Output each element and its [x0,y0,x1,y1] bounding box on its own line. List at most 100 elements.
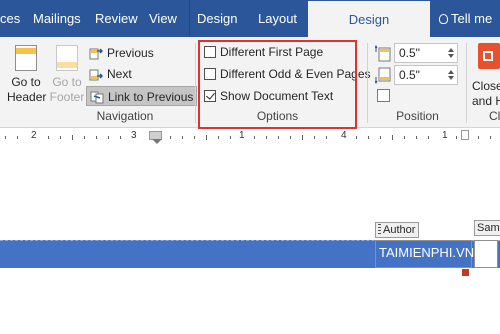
ruler-tick [416,136,417,139]
ruler-tick [108,136,109,139]
close-header-footer-button[interactable]: Close and H [472,79,500,109]
options-highlight-box [198,40,357,129]
tab-references[interactable]: ces [0,0,20,37]
spin-down-icon[interactable] [448,54,454,58]
tab-view[interactable]: View [149,0,177,37]
close-header-footer-icon[interactable] [478,43,500,69]
tab-table-design[interactable]: Design [188,0,237,37]
go-to-header-icon [15,45,37,71]
header-from-top-spinner[interactable]: 0.5" [394,43,458,63]
ruler-tick [490,136,491,139]
ruler-tick [290,136,291,139]
ruler-tick [194,136,195,139]
horizontal-ruler: 2 3 1 4 1 [0,129,500,146]
link-to-previous-button[interactable]: Link to Previous [86,86,198,106]
close-label-line1: Close [472,79,500,93]
ruler-tick [314,136,315,139]
ruler-tick [5,136,6,139]
document-page: Author Sam TAIMIENPHI.VN [0,146,500,334]
next-button[interactable]: Next [89,64,132,84]
navigation-group-label: Navigation [96,109,154,123]
ruler-tick [302,135,303,140]
link-icon [90,91,104,104]
go-to-footer-line1: Go to [52,75,82,89]
next-label: Next [107,67,132,81]
go-to-footer-button[interactable]: Go to Footer [49,45,85,105]
go-to-header-line2: Header [7,90,47,104]
author-content-control-tag[interactable]: Author [375,222,420,238]
sam-tag-label: Sam [477,222,500,234]
ruler-tick [17,136,18,139]
ruler-tick [368,136,369,139]
selection-marker [462,269,469,276]
tell-me-search[interactable]: Tell me [439,0,492,37]
ruler-tick [60,136,61,139]
ruler-tick [96,136,97,139]
ruler-tick [404,136,405,139]
ruler-tick [266,136,267,139]
drag-handle-icon[interactable] [378,224,381,234]
spin-up-icon[interactable] [448,70,454,74]
insert-alignment-tab-icon[interactable] [377,89,390,102]
ruler-number: 1 [239,130,245,141]
ruler-tick [278,136,279,139]
right-indent-marker[interactable] [461,130,469,140]
spin-up-icon[interactable] [448,48,454,52]
tab-mailings[interactable]: Mailings [33,0,81,37]
group-divider [466,43,467,123]
ruler-tick [170,136,171,139]
previous-icon [89,48,103,60]
sam-content-control[interactable] [474,240,498,268]
go-to-header-button[interactable]: Go to Header [7,45,47,105]
ruler-number: 3 [131,130,137,141]
go-to-footer-icon [56,45,78,71]
author-value: TAIMIENPHI.VN [379,245,475,260]
ruler-number: 4 [341,130,347,141]
group-divider [367,43,368,123]
ruler-tick [356,136,357,139]
position-group-label: Position [396,109,439,123]
ruler-tick [478,136,479,139]
ruler-tick [48,136,49,139]
group-divider [195,43,196,123]
ruler-tick [72,135,73,140]
header-from-top-icon [375,45,391,62]
previous-button[interactable]: Previous [89,43,154,63]
next-icon [89,69,103,81]
indent-marker-icon[interactable] [152,139,162,144]
ruler-tick [428,136,429,139]
ruler-tick [120,136,121,139]
go-to-header-line1: Go to [11,75,41,89]
ruler-tick [380,136,381,139]
ruler-number: 1 [442,130,448,141]
go-to-footer-line2: Footer [49,90,85,104]
ribbon-tab-bar: ces Mailings Review View Design Layout D… [0,0,500,37]
tab-header-footer-design[interactable]: Design [308,1,430,37]
link-to-previous-label: Link to Previous [108,90,194,104]
ruler-number: 2 [31,130,37,141]
author-tag-label: Author [383,224,416,236]
ruler-tick [182,136,183,139]
close-label-line2: and H [472,94,500,108]
sam-content-control-tag[interactable]: Sam [474,220,500,236]
close-group-label: Cl [489,109,500,123]
ruler-tick [254,136,255,139]
ruler-tick [206,135,207,140]
spin-down-icon[interactable] [448,76,454,80]
header-from-top-value: 0.5" [399,46,420,60]
ruler-tick [392,135,393,140]
tab-review[interactable]: Review [95,0,138,37]
footer-from-bottom-icon [375,67,391,84]
ruler-tick [326,136,327,139]
footer-from-bottom-value: 0.5" [399,68,420,82]
lightbulb-icon [439,14,448,24]
ruler-tick [456,136,457,139]
ruler-tick [84,136,85,139]
footer-from-bottom-spinner[interactable]: 0.5" [394,65,458,85]
ruler-tick [218,136,219,139]
author-content-control[interactable]: TAIMIENPHI.VN [375,240,475,268]
ruler-tick [230,136,231,139]
tab-table-layout[interactable]: Layout [258,0,297,37]
previous-label: Previous [107,46,154,60]
tell-me-label: Tell me [451,11,493,26]
